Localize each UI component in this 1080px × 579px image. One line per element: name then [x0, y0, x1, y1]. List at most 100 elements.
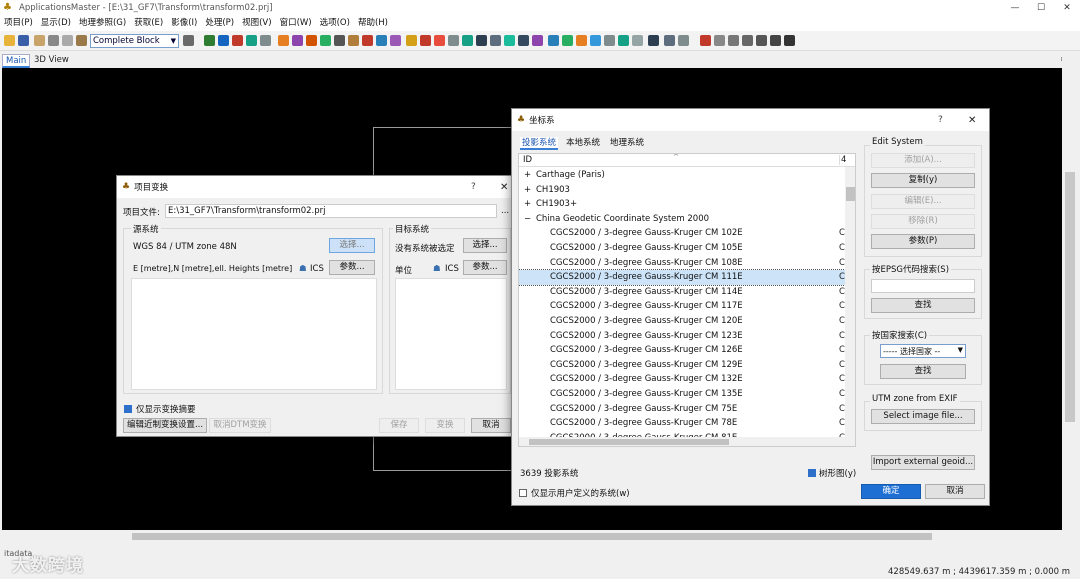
list-hscrollbar[interactable]	[519, 437, 855, 446]
list-item[interactable]: CGCS2000 / 3-degree Gauss-Kruger CM 105E…	[519, 241, 845, 256]
list-item[interactable]: CGCS2000 / 3-degree Gauss-Kruger CM 108E…	[519, 256, 845, 271]
grid-icon[interactable]	[183, 35, 194, 46]
zoom-out-icon[interactable]	[742, 35, 753, 46]
close-button[interactable]: ✕	[500, 182, 508, 193]
windows-icon[interactable]	[648, 35, 659, 46]
menu-process[interactable]: 处理(P)	[201, 16, 238, 31]
scroll-thumb[interactable]	[529, 439, 729, 445]
cube-icon[interactable]	[532, 35, 543, 46]
menu-project[interactable]: 项目(P)	[0, 16, 37, 31]
measure-icon[interactable]	[260, 35, 271, 46]
close-button[interactable]: ✕	[968, 115, 976, 126]
settings-icon[interactable]	[76, 35, 87, 46]
flag-icon[interactable]	[390, 35, 401, 46]
menu-acquire[interactable]: 获取(E)	[130, 16, 167, 31]
close-button[interactable]: ✕	[1054, 0, 1080, 16]
column-id[interactable]: ID	[523, 155, 532, 165]
tool-icon[interactable]	[292, 35, 303, 46]
source-select-button[interactable]: 选择...	[329, 238, 375, 253]
vertical-scrollbar[interactable]	[1062, 52, 1078, 530]
save-icon[interactable]	[18, 35, 29, 46]
chart-icon[interactable]	[476, 35, 487, 46]
project-file-field[interactable]: E:\31_GF7\Transform\transform02.prj	[165, 204, 497, 218]
arrow-icon[interactable]	[376, 35, 387, 46]
scroll-thumb[interactable]	[846, 187, 855, 201]
mosaic-icon[interactable]	[618, 35, 629, 46]
zoom-icon[interactable]	[678, 35, 689, 46]
export-icon[interactable]	[590, 35, 601, 46]
browse-button[interactable]: ...	[501, 206, 509, 216]
list-item[interactable]: CGCS2000 / 3-degree Gauss-Kruger CM 120E…	[519, 314, 845, 329]
camera-icon[interactable]	[348, 35, 359, 46]
cancel-dtm-button[interactable]: 取消DTM变换	[209, 418, 271, 433]
list-item[interactable]: CGCS2000 / 3-degree Gauss-Kruger CM 102E…	[519, 226, 845, 241]
list-item[interactable]: CGCS2000 / 3-degree Gauss-Kruger CM 123E…	[519, 329, 845, 344]
list-item[interactable]: + Carthage (Paris)	[519, 168, 845, 183]
scroll-thumb[interactable]	[132, 533, 932, 540]
import-geoid-button[interactable]: Import external geoid...	[871, 455, 975, 470]
menu-help[interactable]: 帮助(H)	[354, 16, 392, 31]
target-select-button[interactable]: 选择...	[463, 238, 507, 253]
pin-icon[interactable]	[306, 35, 317, 46]
source-params-button[interactable]: 参数...	[329, 260, 375, 275]
edit-icon[interactable]	[34, 35, 45, 46]
dropdown-icon[interactable]	[756, 35, 767, 46]
tie-point-icon[interactable]	[320, 35, 331, 46]
expand-toggle[interactable]: +	[524, 197, 531, 211]
find-country-button[interactable]: 查找	[880, 364, 966, 379]
list-item[interactable]: CGCS2000 / 3-degree Gauss-Kruger CM 132E…	[519, 372, 845, 387]
list-item[interactable]: CGCS2000 / 3-degree Gauss-Kruger CM 78E C	[519, 416, 845, 431]
save-button[interactable]: 保存	[379, 418, 419, 433]
tab-3d-view[interactable]: 3D View	[31, 54, 72, 68]
list-item[interactable]: CGCS2000 / 3-degree Gauss-Kruger CM 117E…	[519, 299, 845, 314]
print-icon[interactable]	[48, 35, 59, 46]
table-icon[interactable]	[490, 35, 501, 46]
layers-icon[interactable]	[770, 35, 781, 46]
tab-local[interactable]: 本地系统	[564, 137, 602, 150]
pan-icon[interactable]	[714, 35, 725, 46]
remove-button[interactable]: 移除(R)	[871, 214, 975, 229]
scroll-thumb[interactable]	[1065, 172, 1075, 422]
tab-geographic[interactable]: 地理系统	[608, 137, 646, 150]
triangle-icon[interactable]	[278, 35, 289, 46]
layer-icon[interactable]	[204, 35, 215, 46]
cross-icon[interactable]	[700, 35, 711, 46]
block-select[interactable]: Complete Block ▼	[90, 34, 179, 48]
maximize-button[interactable]: ☐	[1028, 0, 1054, 16]
add-button[interactable]: 添加(A)...	[871, 153, 975, 168]
select-icon[interactable]	[664, 35, 675, 46]
list-item[interactable]: CGCS2000 / 3-degree Gauss-Kruger CM 75E C	[519, 402, 845, 417]
info-icon[interactable]	[784, 35, 795, 46]
expand-toggle[interactable]: −	[524, 212, 531, 226]
photo-icon[interactable]	[362, 35, 373, 46]
list-item[interactable]: CGCS2000 / 3-degree Gauss-Kruger CM 114E…	[519, 285, 845, 300]
minimize-button[interactable]: —	[1002, 0, 1028, 16]
find-epsg-button[interactable]: 查找	[871, 298, 975, 313]
menu-image[interactable]: 影像(I)	[167, 16, 201, 31]
open-folder-icon[interactable]	[4, 35, 15, 46]
list-item[interactable]: − China Geodetic Coordinate System 2000	[519, 212, 845, 227]
list-item[interactable]: CGCS2000 / 3-degree Gauss-Kruger CM 126E…	[519, 343, 845, 358]
list-item[interactable]: + CH1903+	[519, 197, 845, 212]
report-icon[interactable]	[604, 35, 615, 46]
record-icon[interactable]	[420, 35, 431, 46]
menu-options[interactable]: 选项(O)	[316, 16, 354, 31]
dsm-icon[interactable]	[576, 35, 587, 46]
horizontal-scrollbar[interactable]	[2, 530, 1062, 543]
column-c[interactable]: 4	[839, 155, 846, 165]
help-button[interactable]: ?	[938, 115, 943, 125]
only-summary-checkbox[interactable]	[124, 405, 132, 413]
edit-settings-button[interactable]: 编辑近制变换设置...	[123, 418, 207, 433]
mesh-icon[interactable]	[504, 35, 515, 46]
check-icon[interactable]	[632, 35, 643, 46]
ortho-icon[interactable]	[562, 35, 573, 46]
lock-icon[interactable]	[406, 35, 417, 46]
map-icon[interactable]	[246, 35, 257, 46]
tab-main[interactable]: Main	[2, 54, 31, 68]
coordinate-system-list[interactable]: ID ^ 4 + Carthage (Paris) + CH1903 + CH1903+ −…	[518, 153, 856, 447]
menu-window[interactable]: 窗口(W)	[276, 16, 316, 31]
expand-toggle[interactable]: +	[524, 168, 531, 182]
expand-toggle[interactable]: +	[524, 183, 531, 197]
help-button[interactable]: ?	[471, 182, 476, 192]
list-item[interactable]: + CH1903	[519, 183, 845, 198]
